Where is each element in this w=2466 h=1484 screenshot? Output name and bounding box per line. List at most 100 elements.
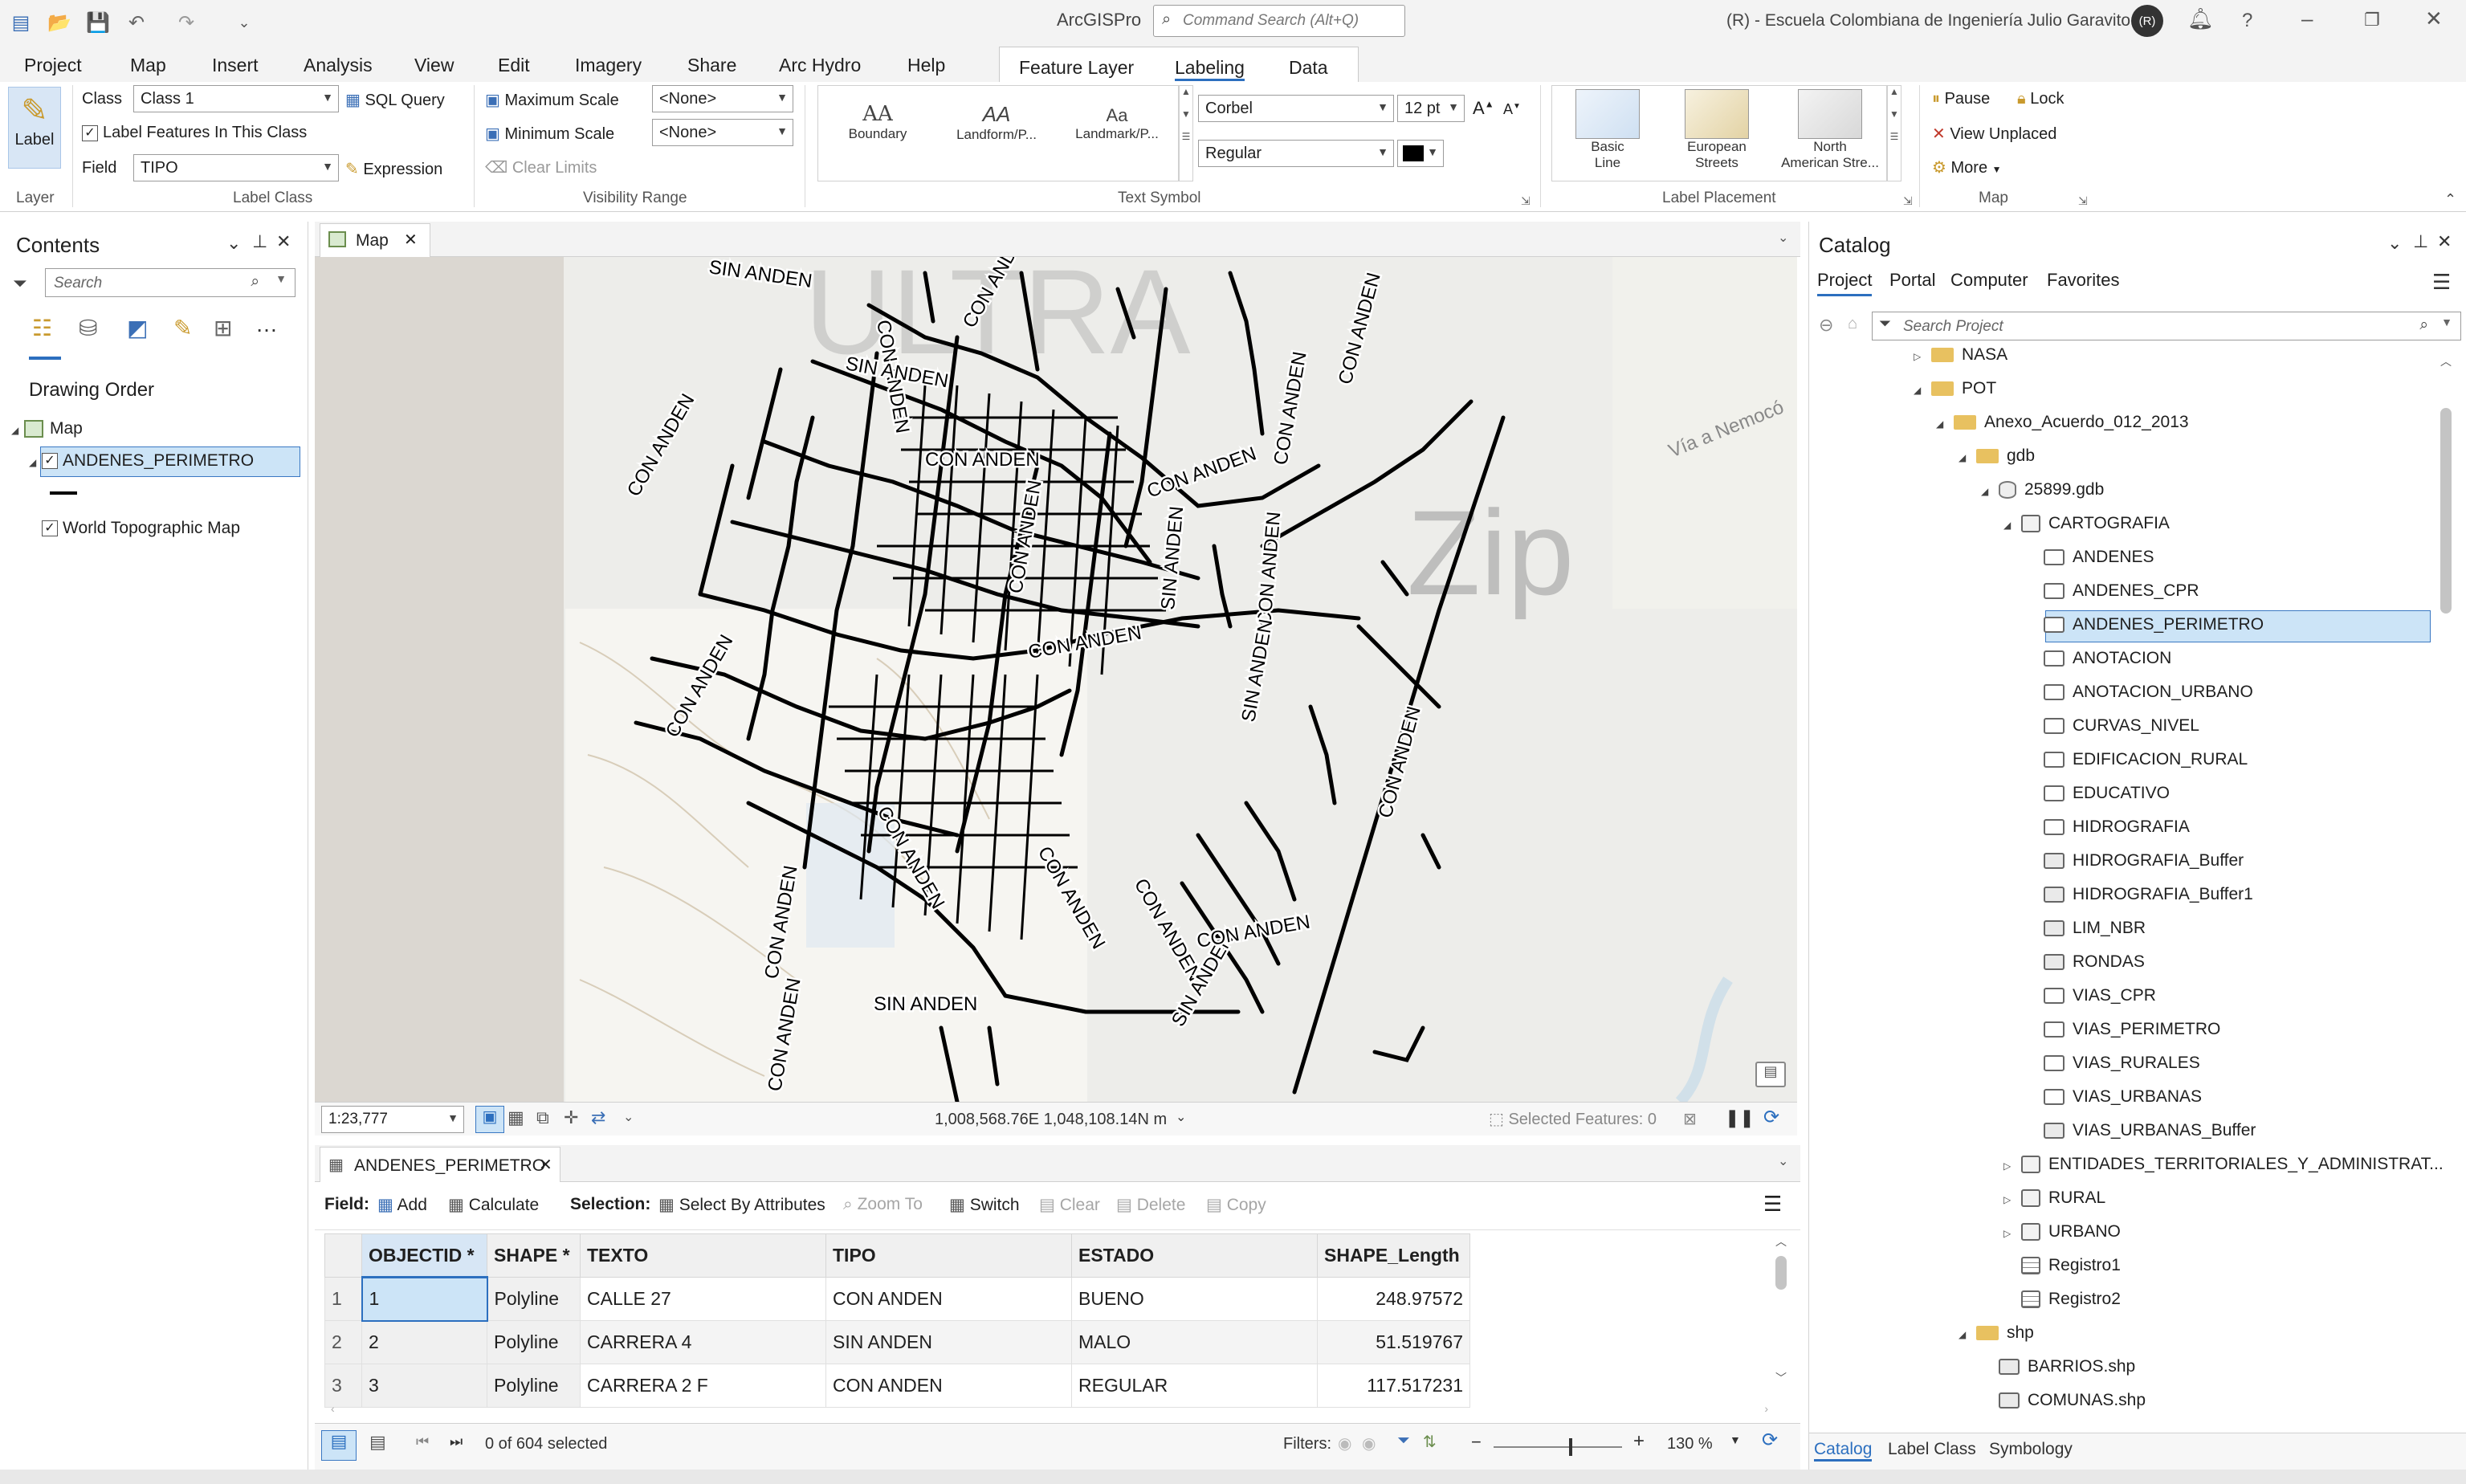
sql-query-button[interactable]: ▦ SQL Query	[345, 90, 445, 110]
copy-button[interactable]: ▤ Copy	[1206, 1195, 1266, 1215]
chevron-down-icon[interactable]: ⌄	[1778, 230, 1788, 246]
scroll-thumb[interactable]	[1775, 1256, 1787, 1290]
scroll-up-icon[interactable]: ︿	[2434, 353, 2458, 369]
refresh-icon[interactable]: ⟳	[1762, 1429, 1778, 1452]
zoom-out-icon[interactable]: −	[1471, 1432, 1482, 1453]
catalog-fc-rondas[interactable]: RONDAS	[2039, 952, 2145, 972]
checkbox-checked-icon[interactable]: ✓	[42, 520, 58, 537]
pause-button[interactable]: ⏸ Pause	[1932, 90, 1990, 108]
contents-search-input[interactable]: Search ⌕ ▼	[45, 268, 296, 297]
cell-shape[interactable]: Polyline	[487, 1277, 581, 1321]
cell-shape[interactable]: Polyline	[487, 1364, 581, 1408]
view-unplaced-button[interactable]: ✕ View Unplaced	[1932, 124, 2056, 144]
filter-definition-icon[interactable]: ◉	[1362, 1433, 1376, 1453]
map-view[interactable]: Zip Vía a Nemocó ULTRA SIN ANDEN CON AND…	[315, 257, 1797, 1102]
tab-edit[interactable]: Edit	[498, 50, 530, 79]
pane-options-icon[interactable]: ⌄	[2387, 233, 2402, 254]
gallery-item-landmark[interactable]: Aa Landmark/P...	[1061, 102, 1173, 142]
close-icon[interactable]: ✕	[404, 230, 418, 250]
tab-share[interactable]: Share	[687, 50, 736, 79]
clear-limits-button[interactable]: ⌫ Clear Limits	[485, 157, 597, 177]
catalog-fc-anotacion-urbano[interactable]: ANOTACION_URBANO	[2039, 683, 2253, 702]
font-size-dropdown[interactable]: 12 pt ▼	[1397, 95, 1465, 122]
table-row[interactable]: 3 3 Polyline CARRERA 2 F CON ANDEN REGUL…	[324, 1364, 1470, 1408]
dialog-launcher-icon[interactable]: ⇲	[1903, 194, 1913, 208]
cell-estado[interactable]: MALO	[1071, 1320, 1318, 1364]
column-header-estado[interactable]: ESTADO	[1071, 1233, 1318, 1278]
catalog-tab-favorites[interactable]: Favorites	[2047, 270, 2119, 291]
catalog-tab-project[interactable]: Project	[1817, 270, 1873, 296]
catalog-fc-anotacion[interactable]: ANOTACION	[2039, 649, 2171, 668]
catalog-geodatabase[interactable]: ◢ 25899.gdb	[1981, 480, 2104, 499]
scroll-up-icon[interactable]: ︿	[1770, 1233, 1792, 1250]
collapse-arrow-icon[interactable]: ◢	[1936, 418, 1949, 430]
dialog-launcher-icon[interactable]: ⇲	[1521, 194, 1531, 208]
decrease-font-size-icon[interactable]: A▼	[1503, 101, 1521, 118]
catalog-table-registro2[interactable]: Registro2	[2016, 1290, 2121, 1309]
close-icon[interactable]: ✕	[2437, 231, 2452, 252]
catalog-folder-nasa[interactable]: ▷ NASA	[1914, 345, 2007, 365]
tab-imagery[interactable]: Imagery	[575, 50, 642, 79]
line-symbol-icon[interactable]	[50, 491, 77, 495]
tab-feature-layer[interactable]: Feature Layer	[1019, 52, 1134, 81]
select-by-attributes-button[interactable]: ▦ Select By Attributes	[658, 1195, 825, 1215]
catalog-dataset-rural[interactable]: ▷ RURAL	[2003, 1188, 2105, 1208]
zoom-slider-thumb[interactable]	[1569, 1438, 1572, 1456]
expand-arrow-icon[interactable]: ▷	[2003, 1160, 2016, 1172]
list-by-selection-icon[interactable]: ◩	[127, 315, 148, 341]
redo-icon[interactable]: ↷	[172, 8, 201, 37]
catalog-fc-hidrografia-buffer1[interactable]: HIDROGRAFIA_Buffer1	[2039, 885, 2253, 904]
table-vertical-scrollbar[interactable]: ︿ ﹀	[1770, 1233, 1792, 1394]
sort-icon[interactable]: ⇅	[1423, 1432, 1437, 1452]
catalog-dataset-entidades[interactable]: ▷ ENTIDADES_TERRITORIALES_Y_ADMINISTRAT..…	[2003, 1155, 2444, 1174]
bottom-tab-symbology[interactable]: Symbology	[1989, 1440, 2073, 1459]
column-header-objectid[interactable]: OBJECTID *	[361, 1233, 487, 1278]
cell-texto[interactable]: CARRERA 2 F	[580, 1364, 826, 1408]
minimum-scale-dropdown[interactable]: <None> ▼	[652, 119, 793, 146]
tab-insert[interactable]: Insert	[212, 50, 259, 79]
open-project-icon[interactable]: 📂	[45, 8, 74, 37]
show-all-records-icon[interactable]: ▤	[321, 1430, 357, 1461]
field-filter-icon[interactable]: ⏷	[1397, 1432, 1410, 1450]
catalog-folder-shp[interactable]: ◢ shp	[1959, 1323, 2034, 1343]
cell-texto[interactable]: CALLE 27	[580, 1277, 826, 1321]
catalog-folder-gdb[interactable]: ◢ gdb	[1959, 446, 2035, 466]
expand-arrow-icon[interactable]: ◢	[29, 457, 42, 468]
tab-data[interactable]: Data	[1289, 52, 1328, 81]
font-style-dropdown[interactable]: Regular ▼	[1198, 140, 1394, 167]
table-tab[interactable]: ▦ ANDENES_PERIMETRO ✕	[320, 1147, 560, 1182]
catalog-dataset-urbano[interactable]: ▷ URBANO	[2003, 1222, 2121, 1241]
catalog-fc-andenes-perimetro[interactable]: ANDENES_PERIMETRO	[2039, 615, 2264, 634]
zoom-to-button[interactable]: ⌕ Zoom To	[843, 1195, 923, 1214]
checkbox-checked-icon[interactable]: ✓	[42, 453, 58, 470]
switch-button[interactable]: ▦ Switch	[949, 1195, 1020, 1215]
catalog-folder-anexo[interactable]: ◢ Anexo_Acuerdo_012_2013	[1936, 413, 2189, 432]
field-dropdown[interactable]: TIPO ▼	[133, 154, 339, 181]
placement-european-streets[interactable]: European Streets	[1666, 89, 1767, 171]
placement-gallery-scroll[interactable]: ▲ ▼ ☰	[1887, 85, 1901, 181]
catalog-menu-icon[interactable]: ☰	[2432, 270, 2451, 295]
chevron-down-icon[interactable]: ⌄	[1778, 1153, 1788, 1169]
list-by-editing-icon[interactable]: ✎	[173, 315, 192, 341]
gallery-scroll[interactable]: ▲ ▼ ☰	[1179, 85, 1193, 181]
list-by-drawing-order-icon[interactable]: ☷	[32, 315, 52, 341]
zoom-slider-track[interactable]	[1494, 1446, 1622, 1448]
clear-button[interactable]: ▤ Clear	[1039, 1195, 1100, 1215]
gallery-item-boundary[interactable]: AA Boundary	[825, 102, 931, 142]
row-number[interactable]: 1	[324, 1277, 362, 1321]
cell-texto[interactable]: CARRERA 4	[580, 1320, 826, 1364]
table-menu-icon[interactable]: ☰	[1763, 1192, 1782, 1217]
help-icon[interactable]: ?	[2242, 10, 2252, 32]
restore-icon[interactable]: ❐	[2364, 10, 2380, 31]
catalog-tab-computer[interactable]: Computer	[1950, 270, 2028, 291]
catalog-tab-portal[interactable]: Portal	[1889, 270, 1935, 291]
close-icon[interactable]: ✕	[539, 1155, 552, 1175]
column-header-shape[interactable]: SHAPE *	[487, 1233, 581, 1278]
refresh-icon[interactable]: ⟳	[1763, 1106, 1779, 1129]
tab-arc-hydro[interactable]: Arc Hydro	[779, 50, 861, 79]
gallery-item-landform[interactable]: AA Landform/P...	[940, 102, 1053, 143]
font-dropdown[interactable]: Corbel ▼	[1198, 95, 1394, 122]
catalog-fc-hidrografia[interactable]: HIDROGRAFIA	[2039, 817, 2190, 837]
minimize-icon[interactable]: –	[2301, 6, 2313, 31]
row-number[interactable]: 3	[324, 1364, 362, 1408]
